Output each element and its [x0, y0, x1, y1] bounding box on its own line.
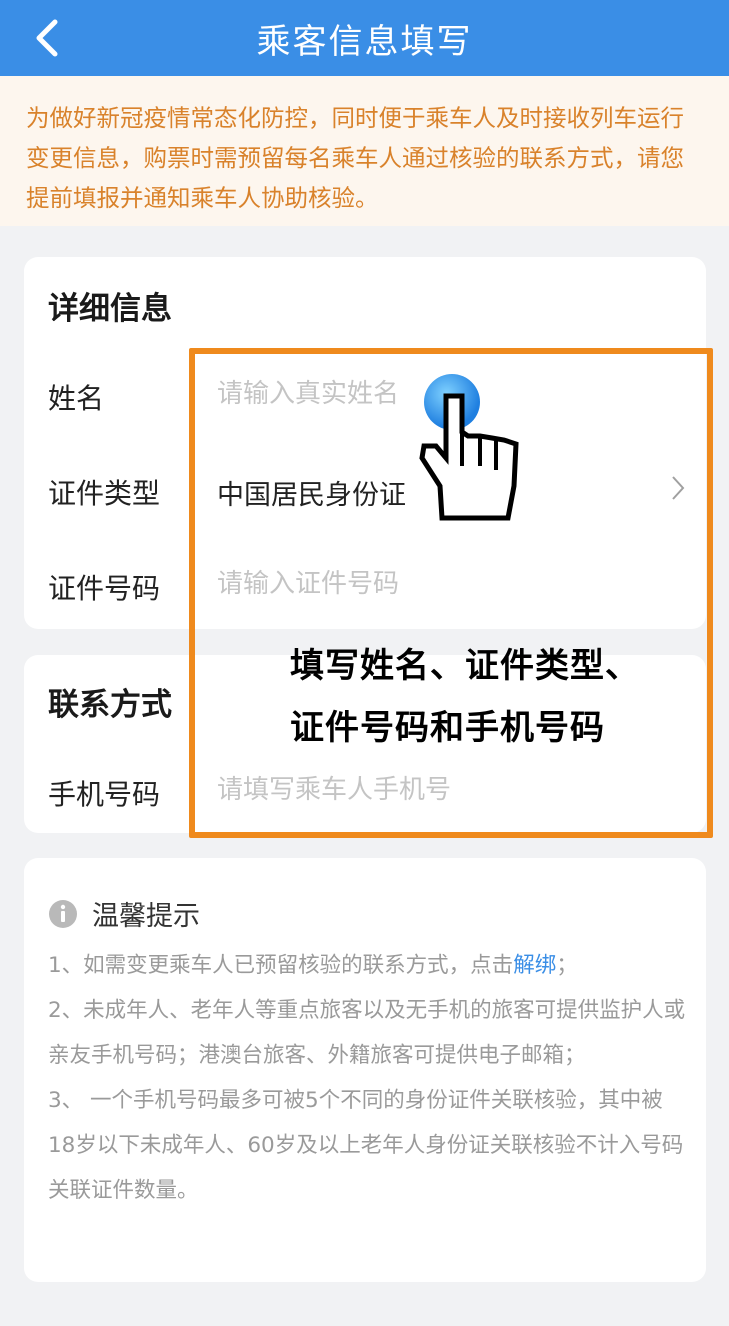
tips-title: 温馨提示 — [92, 901, 200, 932]
tip-item-1-suffix: ； — [556, 953, 578, 978]
epidemic-notice: 为做好新冠疫情常态化防控，同时便于乘车人及时接收列车运行变更信息，购票时需预留每… — [0, 76, 729, 226]
phone-input[interactable] — [217, 765, 677, 815]
details-card: 详细信息 姓名 证件类型 中国居民身份证 证件号码 — [24, 257, 706, 629]
details-section-title: 详细信息 — [48, 291, 172, 327]
id-number-label: 证件号码 — [48, 572, 161, 605]
annotation-line-1: 填写姓名、证件类型、 — [290, 646, 640, 686]
tip-item-2: 2、未成年人、老年人等重点旅客以及无手机的旅客可提供监护人或亲友手机号码；港澳台… — [48, 998, 686, 1068]
tips-header: 温馨提示 — [48, 894, 200, 933]
back-button[interactable] — [22, 14, 70, 62]
id-type-select[interactable]: 中国居民身份证 — [217, 473, 406, 512]
page-title: 乘客信息填写 — [256, 21, 473, 62]
chevron-right-icon[interactable] — [666, 473, 690, 503]
info-icon — [49, 899, 77, 928]
tips-card: 温馨提示 1、如需变更乘车人已预留核验的联系方式，点击解绑； 2、未成年人、老年… — [24, 858, 706, 1282]
phone-label: 手机号码 — [48, 778, 161, 811]
name-label: 姓名 — [48, 382, 105, 415]
tip-item-1: 1、如需变更乘车人已预留核验的联系方式，点击解绑； — [48, 943, 688, 988]
tip-item-1-text: 1、如需变更乘车人已预留核验的联系方式，点击 — [48, 953, 514, 978]
name-input[interactable] — [217, 369, 677, 419]
tips-body: 1、如需变更乘车人已预留核验的联系方式，点击解绑； 2、未成年人、老年人等重点旅… — [48, 943, 688, 1213]
chevron-left-icon — [36, 19, 58, 57]
header-bar: 乘客信息填写 — [0, 0, 729, 76]
contact-section-title: 联系方式 — [48, 687, 172, 723]
id-number-input[interactable] — [217, 559, 677, 609]
annotation-line-2: 证件号码和手机号码 — [290, 708, 605, 748]
id-type-label: 证件类型 — [48, 477, 161, 510]
tip-item-3: 3、 一个手机号码最多可被5个不同的身份证件关联核验，其中被18岁以下未成年人、… — [48, 1088, 684, 1203]
unbind-link[interactable]: 解绑 — [513, 953, 556, 978]
